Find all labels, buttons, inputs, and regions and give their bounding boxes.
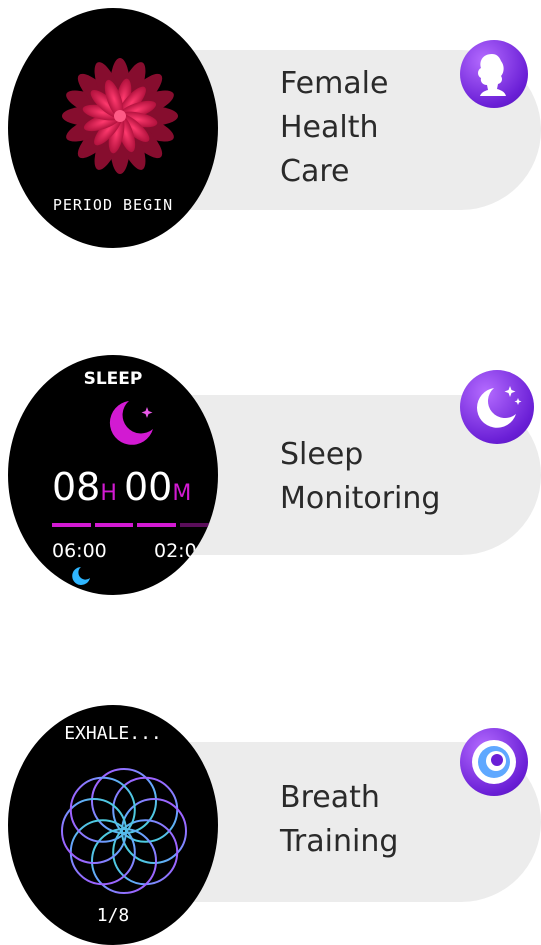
watch-face: PERIOD BEGIN	[8, 8, 218, 248]
breath-progress: 1/8	[96, 905, 130, 926]
title-line: Breath	[280, 780, 380, 815]
title-line: Female	[280, 66, 389, 101]
hours-unit: H	[100, 481, 117, 506]
sleep-end-time: 02:00	[154, 540, 209, 562]
progress-segment	[179, 523, 218, 527]
progress-segment	[137, 523, 176, 527]
watch-face: EXHALE... 1/8	[8, 705, 218, 945]
badge[interactable]	[460, 40, 528, 108]
title-line: Care	[280, 154, 350, 189]
moon-star-icon	[109, 401, 153, 445]
watch-face: SLEEP 08H 00M 06:00 02:00	[8, 355, 218, 595]
title-line: Monitoring	[280, 481, 441, 516]
feature-breath-training: Breath Training EXHALE... 1/8	[0, 690, 541, 945]
feature-title: Sleep Monitoring	[280, 433, 440, 521]
minutes-unit: M	[172, 481, 192, 506]
progress-segment	[52, 523, 91, 527]
moon-small-icon	[175, 567, 193, 585]
feature-sleep-monitoring: Sleep Monitoring SLEEP 08H 00M 06:00 02:…	[0, 340, 541, 600]
badge[interactable]	[460, 370, 534, 444]
watch-title: SLEEP	[83, 369, 143, 389]
title-line: Sleep	[280, 437, 364, 472]
moon-stars-icon	[476, 386, 522, 428]
swirl-icon	[472, 740, 516, 784]
title-line: Health	[280, 110, 379, 145]
watch-label: PERIOD BEGIN	[52, 196, 174, 214]
hours-value: 08	[52, 465, 101, 509]
sleep-progress-bar	[52, 523, 218, 527]
feature-title: Female Health Care	[280, 62, 388, 194]
feature-title: Breath Training	[280, 776, 398, 864]
sleep-start-time: 06:00	[52, 540, 107, 562]
badge[interactable]	[460, 728, 528, 796]
sleep-duration: 08H 00M	[52, 465, 191, 509]
progress-segment	[94, 523, 133, 527]
moon-small-icon	[72, 567, 90, 585]
title-line: Training	[280, 824, 399, 859]
minutes-value: 00	[124, 465, 173, 509]
feature-female-health: Female Health Care PERIOD BEGIN	[0, 0, 541, 260]
female-profile-icon	[478, 54, 506, 96]
